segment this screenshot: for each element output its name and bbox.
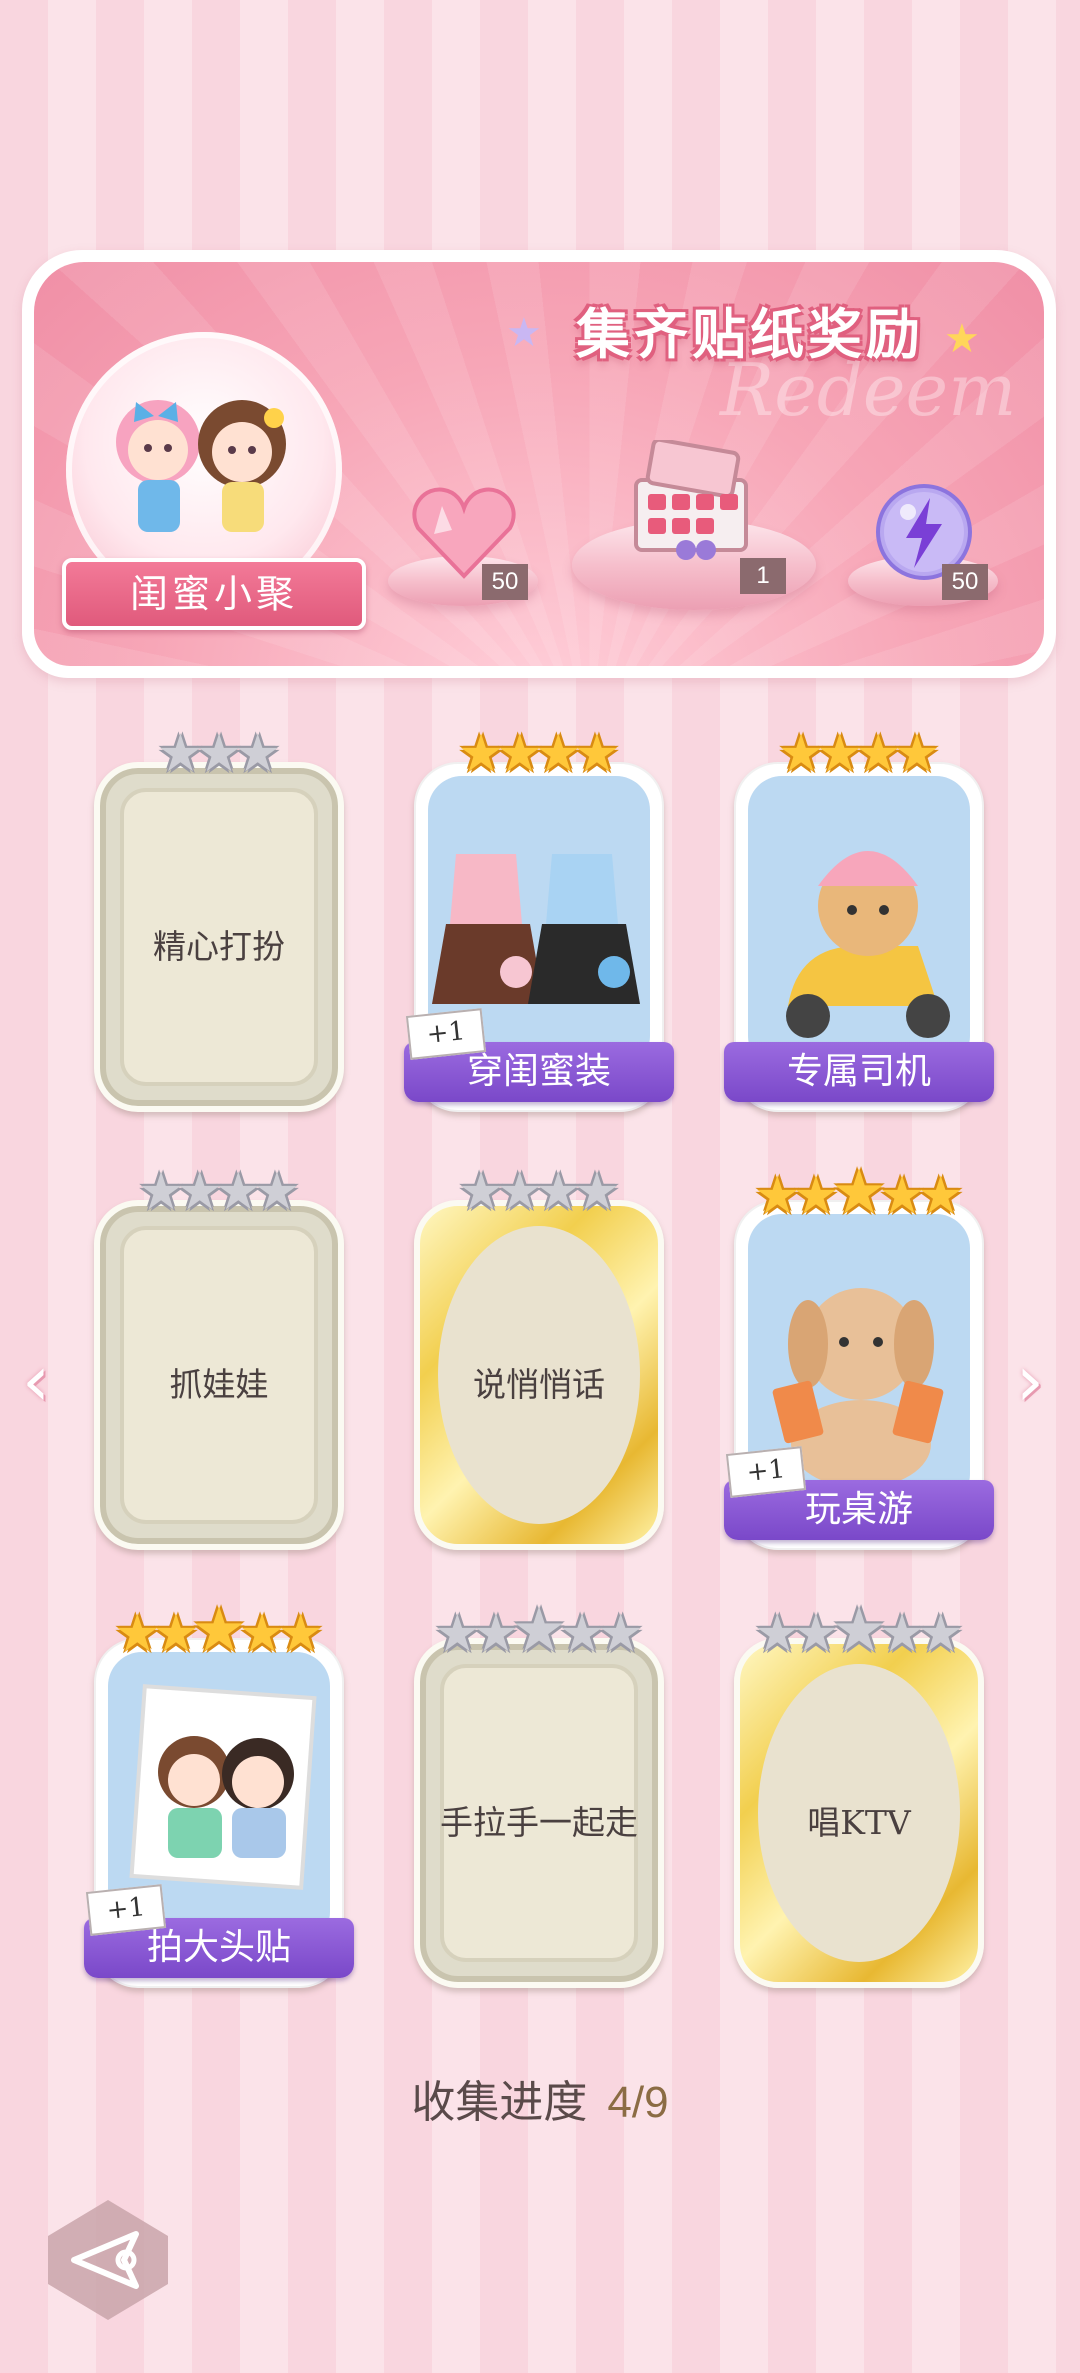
sticker-card[interactable]: ★★★★ 说悄悄话	[414, 1166, 664, 1550]
banner-title: 集齐贴纸奖励	[576, 302, 924, 366]
sticker-card[interactable]: ★★★★★ 唱KTV	[734, 1599, 984, 1988]
star-rating: ★★★★★	[734, 1161, 984, 1226]
star-rating: ★★★★	[414, 1166, 664, 1218]
star-empty-icon: ★	[597, 1604, 645, 1664]
gift-box-icon[interactable]	[626, 437, 756, 564]
reward-count: 1	[740, 558, 786, 594]
card-title-banner: 专属司机	[724, 1042, 994, 1102]
star-empty-icon: ★	[573, 1162, 621, 1222]
reward-count: 50	[482, 564, 528, 600]
prev-page-arrow-icon[interactable]: ‹	[22, 1340, 50, 1422]
new-badge: +1	[725, 1446, 807, 1498]
star-rating: ★★★	[94, 728, 344, 780]
sticker-card[interactable]: ★★★★★ 玩桌游 +1	[724, 1161, 994, 1550]
star-decoration-icon: ★	[506, 310, 542, 356]
star-filled-icon: ★	[917, 1166, 965, 1226]
event-name-ribbon: 闺蜜小聚	[62, 558, 366, 630]
sticker-card[interactable]: ★★★★ 抓娃娃	[94, 1166, 344, 1550]
sticker-card[interactable]: ★★★★ 专属司机	[724, 728, 994, 1112]
card-label: 抓娃娃	[169, 1365, 269, 1404]
star-rating: ★★★★★	[414, 1599, 664, 1664]
collection-progress: 收集进度 4/9	[0, 2066, 1080, 2130]
card-label: 唱KTV	[807, 1803, 911, 1842]
progress-label: 收集进度	[411, 2077, 588, 2128]
card-artwork	[748, 776, 970, 1070]
next-page-arrow-icon[interactable]: ›	[1016, 1340, 1044, 1422]
hamster-scooter-icon	[786, 851, 950, 1038]
star-empty-icon: ★	[917, 1604, 965, 1664]
reward-count: 50	[942, 564, 988, 600]
star-rating: ★★★★	[94, 1166, 344, 1218]
star-rating: ★★★★★	[94, 1599, 344, 1664]
sticker-card[interactable]: ★★★★★ 手拉手一起走	[414, 1599, 664, 1988]
star-rating: ★★★★★	[734, 1599, 984, 1664]
card-label: 手拉手一起走	[440, 1803, 638, 1842]
card-label: 说悄悄话	[473, 1365, 605, 1404]
star-rating: ★★★★	[734, 728, 984, 780]
sticker-card[interactable]: ★★★ 精心打扮	[94, 728, 344, 1112]
star-filled-icon: ★	[893, 724, 941, 784]
star-empty-icon: ★	[253, 1162, 301, 1222]
progress-value: 4/9	[607, 2078, 669, 2127]
star-empty-icon: ★	[234, 724, 281, 784]
new-badge: +1	[85, 1884, 167, 1936]
star-decoration-icon: ★	[944, 316, 980, 362]
sticker-card[interactable]: ★★★★★ 拍大头贴 +1	[84, 1599, 354, 1988]
card-label: 精心打扮	[153, 927, 285, 966]
sticker-card[interactable]: ★★★★ 穿闺蜜装 +1	[404, 728, 674, 1112]
new-badge: +1	[405, 1008, 487, 1060]
star-rating: ★★★★	[414, 728, 664, 780]
back-arrow-icon	[71, 2231, 139, 2289]
star-filled-icon: ★	[573, 724, 621, 784]
star-filled-icon: ★	[277, 1604, 325, 1664]
